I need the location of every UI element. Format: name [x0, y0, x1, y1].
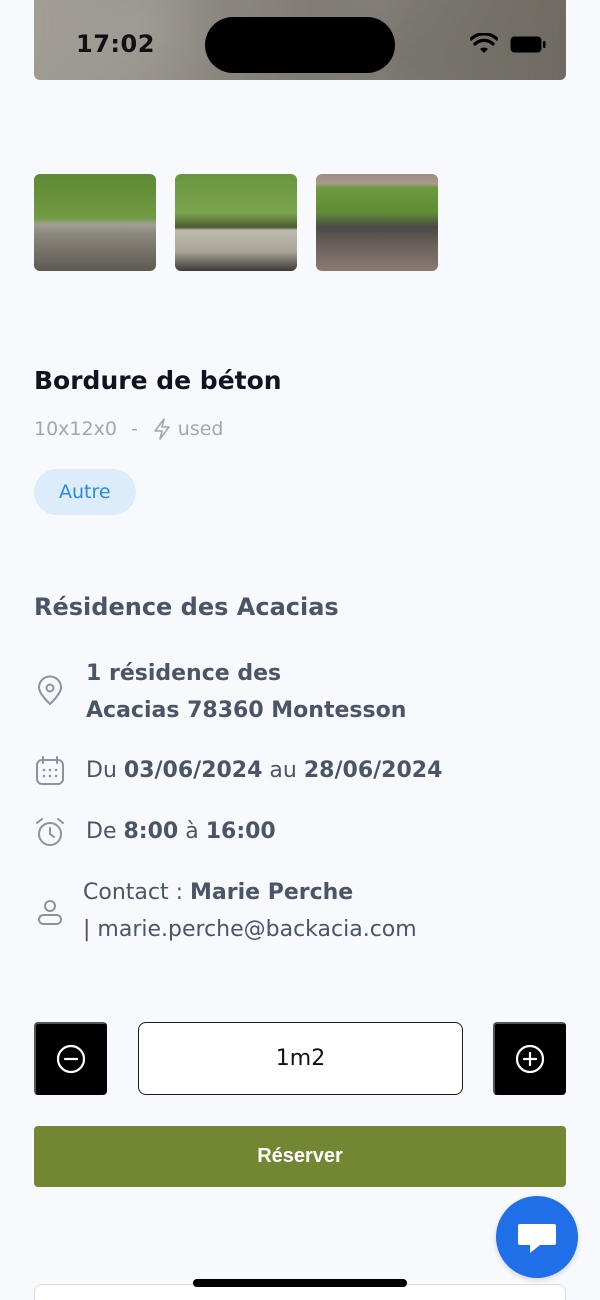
plus-circle-icon — [515, 1044, 544, 1073]
category-tag: Autre — [34, 469, 136, 515]
increase-quantity-button[interactable] — [493, 1022, 566, 1095]
reserve-button[interactable]: Réserver — [34, 1126, 566, 1187]
meta-separator: - — [130, 418, 138, 440]
home-indicator — [193, 1279, 407, 1287]
address-line-1: 1 résidence des — [86, 661, 282, 686]
decrease-quantity-button[interactable] — [34, 1022, 107, 1095]
product-meta: 10x12x0 - used — [34, 418, 224, 440]
minus-circle-icon — [56, 1044, 85, 1073]
calendar-icon — [36, 756, 64, 785]
contact-row: Contact : Marie Perche | marie.perche@ba… — [34, 874, 417, 948]
location-pin-icon — [37, 675, 63, 706]
battery-icon — [510, 36, 546, 53]
hours-row: De 8:00 à 16:00 — [34, 813, 276, 850]
hour-from: 8:00 — [123, 819, 179, 844]
alarm-clock-icon — [36, 818, 64, 846]
chat-button[interactable] — [496, 1196, 578, 1278]
contact-name: Marie Perche — [190, 880, 354, 905]
product-title: Bordure de béton — [34, 366, 282, 395]
product-condition: used — [177, 418, 224, 440]
wifi-icon — [470, 33, 498, 53]
dates-row: Du 03/06/2024 au 28/06/2024 — [34, 752, 442, 789]
photo-thumbnail[interactable] — [175, 174, 297, 271]
contact-email[interactable]: | marie.perche@backacia.com — [83, 911, 417, 948]
date-to: 28/06/2024 — [303, 758, 443, 783]
hours-mid: à — [185, 819, 199, 844]
bolt-icon — [153, 418, 170, 440]
quantity-field[interactable]: 1m2 — [138, 1022, 463, 1095]
dates-prefix: Du — [86, 758, 117, 783]
dynamic-island — [205, 17, 395, 73]
photo-thumbnails — [34, 174, 438, 271]
status-time: 17:02 — [76, 30, 155, 58]
dates-mid: au — [269, 758, 297, 783]
address-row: 1 résidence des Acacias 78360 Montesson — [34, 655, 406, 729]
photo-thumbnail[interactable] — [34, 174, 156, 271]
user-icon — [38, 900, 62, 925]
contact-label: Contact : — [83, 880, 183, 905]
hours-prefix: De — [86, 819, 117, 844]
product-dimensions: 10x12x0 — [34, 418, 117, 440]
date-from: 03/06/2024 — [123, 758, 263, 783]
hour-to: 16:00 — [205, 819, 276, 844]
address-line-2: Acacias 78360 Montesson — [86, 698, 407, 723]
photo-thumbnail[interactable] — [316, 174, 438, 271]
site-name: Résidence des Acacias — [34, 593, 339, 621]
chat-bubble-icon — [518, 1224, 556, 1253]
